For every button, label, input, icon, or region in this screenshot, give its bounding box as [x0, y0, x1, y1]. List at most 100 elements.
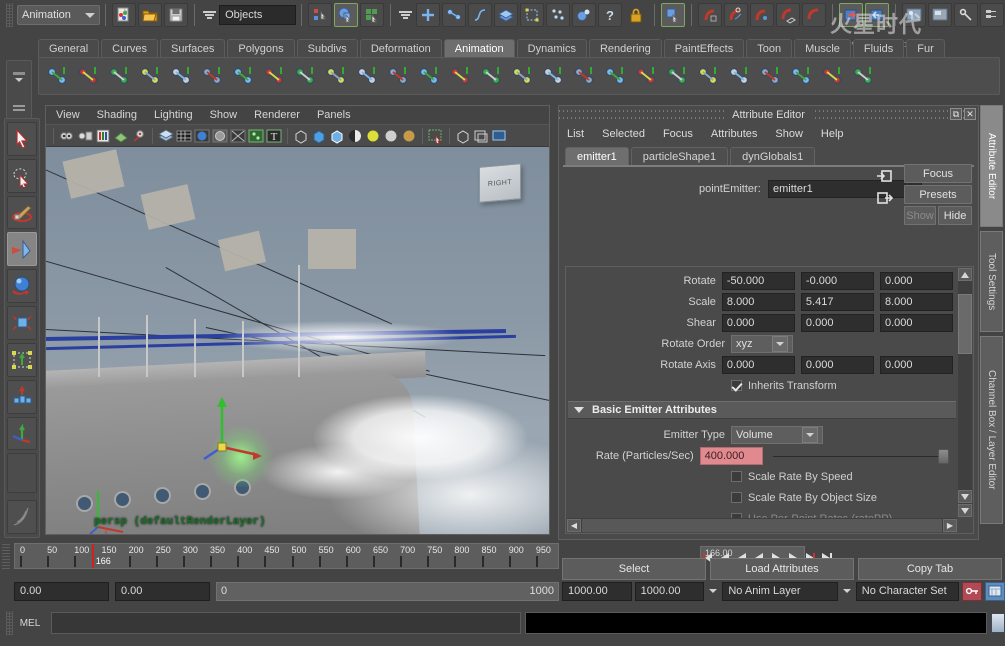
- hierarchy-key-icon[interactable]: [848, 60, 878, 92]
- character-set-chevron-icon[interactable]: [843, 589, 851, 593]
- ae-tab-dynGlobals1[interactable]: dynGlobals1: [730, 147, 815, 165]
- bookmark-icon[interactable]: [95, 128, 111, 144]
- selected-lights-icon[interactable]: [383, 128, 399, 144]
- emitter-checkbox[interactable]: [731, 492, 742, 503]
- basic-emitter-attributes-section[interactable]: Basic Emitter Attributes: [568, 401, 956, 419]
- mask-joints-icon[interactable]: [442, 3, 466, 27]
- viewport-menu-panels[interactable]: Panels: [317, 109, 351, 121]
- shelf-tab-menu-button[interactable]: [7, 61, 31, 93]
- locator-icon[interactable]: [476, 60, 506, 92]
- statusline-grip[interactable]: [6, 3, 13, 27]
- vertical-tab-channel-box-layer-editor[interactable]: Channel Box / Layer Editor: [980, 336, 1003, 524]
- select-camera-icon[interactable]: [59, 128, 75, 144]
- axis-key-icon[interactable]: [817, 60, 847, 92]
- ik-handle-icon[interactable]: [135, 60, 165, 92]
- output-connection-icon[interactable]: [877, 191, 893, 208]
- mask-curves-icon[interactable]: [468, 3, 492, 27]
- motion-path-icon[interactable]: [414, 60, 444, 92]
- select-by-object-icon[interactable]: [334, 3, 358, 27]
- shelf-tab-deformation[interactable]: Deformation: [360, 39, 442, 58]
- emitter-type-dropdown[interactable]: Volume: [731, 426, 823, 444]
- face-blend-icon[interactable]: [600, 60, 630, 92]
- viewport-menu-view[interactable]: View: [56, 109, 80, 121]
- select-button[interactable]: Select: [562, 558, 706, 580]
- vertical-tab-tool-settings[interactable]: Tool Settings: [980, 231, 1003, 333]
- constraint-orient-icon[interactable]: [352, 60, 382, 92]
- shelf-tab-dynamics[interactable]: Dynamics: [517, 39, 587, 58]
- rate-slider[interactable]: [773, 447, 959, 465]
- constraint-point-icon[interactable]: [290, 60, 320, 92]
- scale-tool[interactable]: [7, 306, 37, 340]
- attribute-value-field[interactable]: -50.000: [722, 272, 795, 290]
- skeleton-icon[interactable]: [166, 60, 196, 92]
- joint-chain-icon[interactable]: [228, 60, 258, 92]
- snap-to-plane-icon[interactable]: [776, 3, 800, 27]
- shelf-tab-muscle[interactable]: Muscle: [794, 39, 851, 58]
- shelf-tab-fur[interactable]: Fur: [906, 39, 945, 58]
- lasso-select-tool[interactable]: [7, 159, 37, 193]
- anim-end-field[interactable]: 1000.00: [635, 582, 705, 601]
- viewport-menu-shading[interactable]: Shading: [97, 109, 137, 121]
- construction-history-off-icon[interactable]: [865, 3, 889, 27]
- ae-menu-attributes[interactable]: Attributes: [711, 128, 757, 140]
- rotate-order-dropdown[interactable]: xyz: [731, 335, 793, 353]
- select-by-component-icon[interactable]: [360, 3, 384, 27]
- isolate-select-icon[interactable]: [428, 128, 444, 144]
- shelf-tab-polygons[interactable]: Polygons: [227, 39, 294, 58]
- render-settings-icon[interactable]: [954, 3, 978, 27]
- anim-layer-chevron-icon[interactable]: [709, 589, 717, 593]
- viewport-3d-canvas[interactable]: x RIGHT persp (defaultRenderLayer): [46, 147, 549, 534]
- wrap-transfer-icon[interactable]: [662, 60, 692, 92]
- restore-icon[interactable]: ⧉: [950, 108, 962, 120]
- shaded-wireframe-icon[interactable]: [230, 128, 246, 144]
- shelf-tab-subdivs[interactable]: Subdivs: [297, 39, 358, 58]
- mask-deformers-icon[interactable]: [520, 3, 544, 27]
- ik-spline-icon[interactable]: [259, 60, 289, 92]
- ipr-render-icon[interactable]: [928, 3, 952, 27]
- wrap-deform-icon[interactable]: [631, 60, 661, 92]
- character-set-selector[interactable]: No Character Set: [856, 582, 959, 601]
- snap-to-grid-icon[interactable]: [661, 3, 685, 27]
- scroll-up-icon[interactable]: [958, 268, 972, 281]
- range-end-field[interactable]: 0.00: [115, 582, 210, 601]
- shelf-tab-toon[interactable]: Toon: [746, 39, 792, 58]
- range-slider-track[interactable]: 0 1000: [216, 582, 559, 601]
- shadows-icon[interactable]: [401, 128, 417, 144]
- scroll-left-icon[interactable]: ◀: [567, 519, 581, 532]
- ae-tab-emitter1[interactable]: emitter1: [565, 147, 629, 165]
- two-sided-lighting-icon[interactable]: [158, 128, 174, 144]
- select-tool[interactable]: [7, 122, 37, 156]
- mask-surfaces-icon[interactable]: [494, 3, 518, 27]
- viewport-menu-show[interactable]: Show: [210, 109, 238, 121]
- vscrollbar-thumb[interactable]: [958, 294, 972, 354]
- move-tool[interactable]: [7, 232, 37, 266]
- attribute-value-field[interactable]: 8.000: [880, 293, 953, 311]
- mask-dynamics-icon[interactable]: [546, 3, 570, 27]
- ae-menu-show[interactable]: Show: [775, 128, 803, 140]
- shelf-tab-surfaces[interactable]: Surfaces: [160, 39, 225, 58]
- command-line-grip[interactable]: [6, 611, 13, 635]
- cluster-icon[interactable]: [507, 60, 537, 92]
- soft-modification-tool[interactable]: [7, 380, 37, 414]
- shelf-tab-animation[interactable]: Animation: [444, 39, 515, 58]
- paint-weights-icon[interactable]: [693, 60, 723, 92]
- range-start-field[interactable]: 0.00: [14, 582, 109, 601]
- attribute-value-field[interactable]: 0.000: [722, 314, 795, 332]
- hypershade-icon[interactable]: [980, 3, 1004, 27]
- animation-preferences-icon[interactable]: [985, 582, 1005, 601]
- attribute-value-field[interactable]: 5.417: [801, 293, 874, 311]
- show-button[interactable]: Show: [904, 206, 936, 225]
- anim-layer-selector[interactable]: No Anim Layer: [722, 582, 837, 601]
- new-scene-icon[interactable]: [112, 3, 136, 27]
- universal-manipulator-tool[interactable]: [7, 343, 37, 377]
- attribute-value-field[interactable]: -0.000: [801, 272, 874, 290]
- anim-start-field[interactable]: 1000.00: [562, 582, 632, 601]
- scroll-down-icon[interactable]: [958, 490, 972, 503]
- load-attributes-button[interactable]: Load Attributes: [710, 558, 854, 580]
- attribute-editor-hscrollbar[interactable]: ◀ ▶: [567, 518, 957, 532]
- camera-attributes-icon[interactable]: [77, 128, 93, 144]
- flat-shade-icon[interactable]: [212, 128, 228, 144]
- hide-button[interactable]: Hide: [938, 206, 972, 225]
- set-key-icon[interactable]: [42, 60, 72, 92]
- wireframe-icon[interactable]: [176, 128, 192, 144]
